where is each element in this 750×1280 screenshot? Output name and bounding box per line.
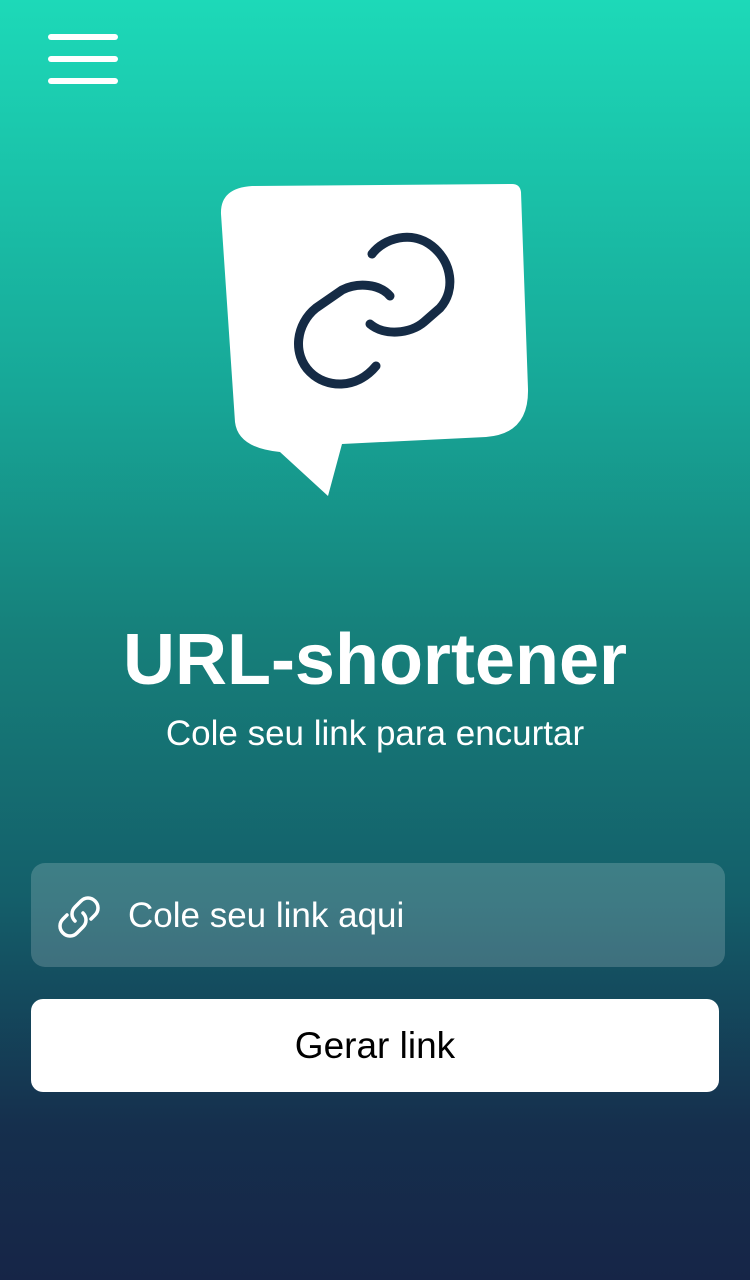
- generate-link-button[interactable]: Gerar link: [31, 999, 719, 1092]
- page-subtitle: Cole seu link para encurtar: [165, 714, 585, 753]
- menu-button[interactable]: [48, 34, 118, 86]
- link-icon: [56, 894, 102, 940]
- page-title: URL-shortener: [122, 620, 628, 700]
- app-logo: [220, 184, 530, 496]
- link-chat-bubble-icon: [220, 184, 529, 496]
- link-input[interactable]: [128, 885, 708, 947]
